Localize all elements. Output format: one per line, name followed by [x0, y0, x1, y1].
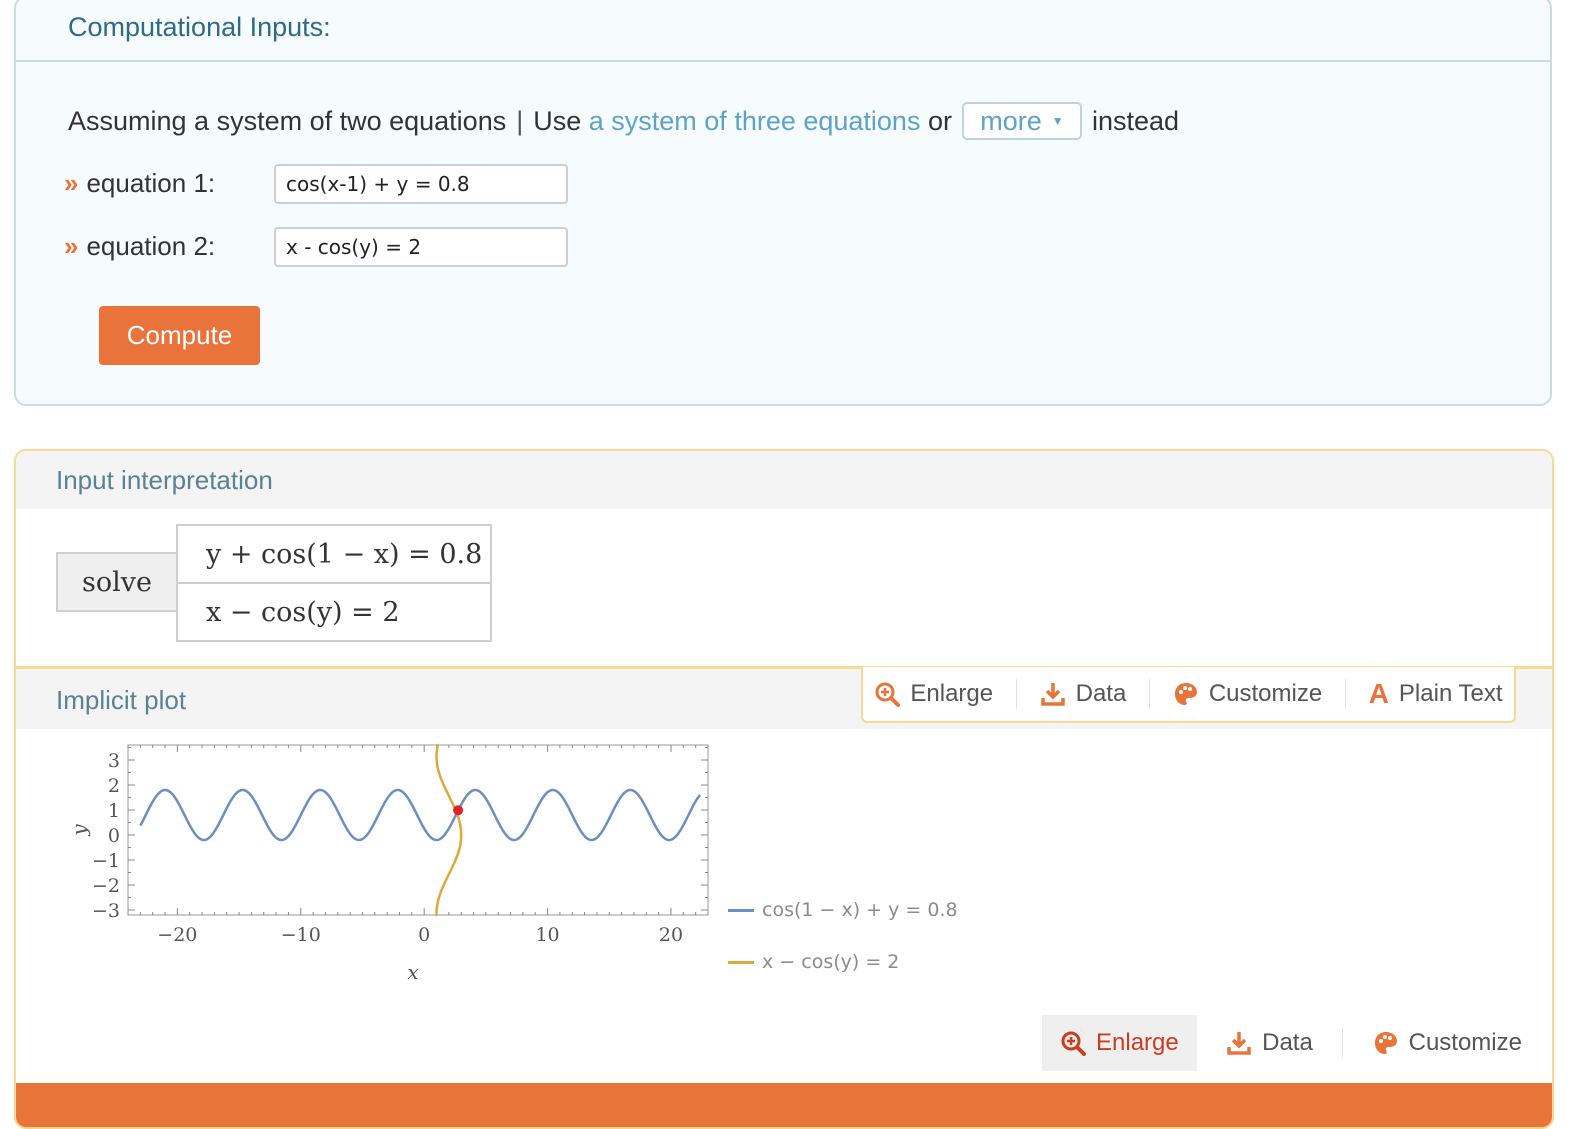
legend-label-1: cos(1 − x) + y = 0.8 — [762, 899, 958, 921]
customize-button[interactable]: Customize — [1173, 680, 1322, 708]
y-tick-label: 0 — [108, 825, 120, 847]
legend-label-2: x − cos(y) = 2 — [762, 951, 900, 973]
more-label: more — [980, 105, 1042, 136]
interpretation-equation-1: y + cos(1 − x) = 0.8 — [176, 524, 492, 584]
enlarge-label: Enlarge — [910, 680, 994, 707]
enlarge-button[interactable]: Enlarge — [874, 680, 993, 708]
inputs-title: Computational Inputs: — [68, 12, 331, 42]
x-tick-label: 20 — [659, 924, 683, 946]
more-dropdown[interactable]: more ▼ — [961, 102, 1082, 140]
interpretation-header: Input interpretation — [16, 451, 1552, 509]
computational-inputs-panel: Computational Inputs: Assuming a system … — [14, 0, 1552, 406]
download-icon — [1227, 1032, 1251, 1055]
y-tick-label: 1 — [108, 800, 120, 822]
download-icon — [1040, 683, 1065, 706]
toolbar-divider — [1342, 1028, 1344, 1058]
customize-button-bottom[interactable]: Customize — [1373, 1029, 1522, 1057]
assumption-separator: | — [516, 105, 524, 136]
plot-toolbar: Enlarge Data Customize A Plain Text — [861, 667, 1516, 723]
bottom-toolbar: Enlarge Data Customize — [1042, 1015, 1522, 1071]
legend-item-1: cos(1 − x) + y = 0.8 — [728, 899, 958, 921]
x-axis-label: x — [407, 960, 418, 984]
zoom-in-icon — [1061, 1031, 1086, 1056]
legend-item-2: x − cos(y) = 2 — [728, 951, 958, 973]
x-tick-label: 10 — [535, 924, 559, 946]
use-text: Use — [533, 105, 582, 136]
data-button-bottom[interactable]: Data — [1226, 1029, 1313, 1057]
equation-2-label: equation 2: — [86, 231, 216, 261]
intersection-point — [453, 805, 464, 816]
caret-down-icon: ▼ — [1051, 114, 1064, 128]
toolbar-divider — [1344, 679, 1346, 709]
results-panel: Input interpretation solve y + cos(1 − x… — [14, 449, 1554, 1129]
plot-title: Implicit plot — [56, 685, 187, 715]
bottom-accent-bar — [16, 1083, 1552, 1127]
zoom-in-icon — [875, 682, 901, 707]
x-tick-label: −10 — [281, 924, 321, 946]
interpretation-equation-2: x − cos(y) = 2 — [176, 582, 492, 642]
y-tick-label: −1 — [92, 850, 120, 872]
compute-button[interactable]: Compute — [99, 306, 260, 365]
plain-text-label: Plain Text — [1398, 680, 1503, 707]
chevron-right-icon: » — [64, 168, 79, 198]
assumption-text: Assuming a system of two equations — [68, 105, 507, 136]
toolbar-divider — [1149, 679, 1151, 709]
data-label: Data — [1075, 680, 1127, 707]
solve-cell: solve — [56, 552, 178, 612]
toolbar-divider — [1015, 679, 1017, 709]
y-tick-label: 2 — [108, 775, 120, 797]
palette-icon — [1174, 683, 1197, 705]
customize-label: Customize — [1408, 1029, 1522, 1056]
inputs-header: Computational Inputs: — [16, 0, 1550, 62]
data-button[interactable]: Data — [1040, 680, 1127, 708]
legend: cos(1 − x) + y = 0.8 x − cos(y) = 2 — [728, 899, 958, 973]
interpretation-title: Input interpretation — [56, 465, 273, 495]
chevron-right-icon: » — [64, 231, 79, 261]
palette-icon — [1374, 1032, 1397, 1054]
plain-text-button[interactable]: A Plain Text — [1369, 678, 1503, 710]
instead-text: instead — [1091, 105, 1180, 136]
enlarge-button-bottom[interactable]: Enlarge — [1042, 1015, 1197, 1071]
customize-label: Customize — [1208, 680, 1323, 707]
y-tick-label: −3 — [92, 900, 120, 922]
y-tick-label: 3 — [108, 750, 120, 772]
y-axis-label: y — [67, 824, 91, 837]
equation-2-input[interactable] — [274, 227, 568, 267]
equation-1-row: » equation 1: — [64, 168, 215, 199]
x-tick-label: 0 — [418, 924, 430, 946]
assumption-line: Assuming a system of two equations | Use… — [68, 102, 1179, 140]
implicit-plot-chart: −20 −10 0 10 203210−1−2−3 x y — [67, 743, 709, 984]
equation-1-input[interactable] — [274, 164, 568, 204]
x-tick-label: −20 — [157, 924, 197, 946]
series-curve-1 — [139, 788, 701, 842]
equation-1-label: equation 1: — [86, 168, 216, 198]
data-label: Data — [1262, 1029, 1313, 1056]
legend-swatch-blue — [728, 908, 754, 912]
three-equations-link[interactable]: a system of three equations — [589, 106, 921, 137]
legend-swatch-orange — [728, 960, 754, 964]
y-tick-label: −2 — [92, 875, 120, 897]
enlarge-label: Enlarge — [1096, 1029, 1179, 1056]
axis-tick-labels: −20 −10 0 10 203210−1−2−3 — [92, 750, 683, 946]
equation-2-row: » equation 2: — [64, 231, 215, 262]
plain-text-icon: A — [1368, 678, 1389, 709]
or-text: or — [927, 105, 952, 136]
